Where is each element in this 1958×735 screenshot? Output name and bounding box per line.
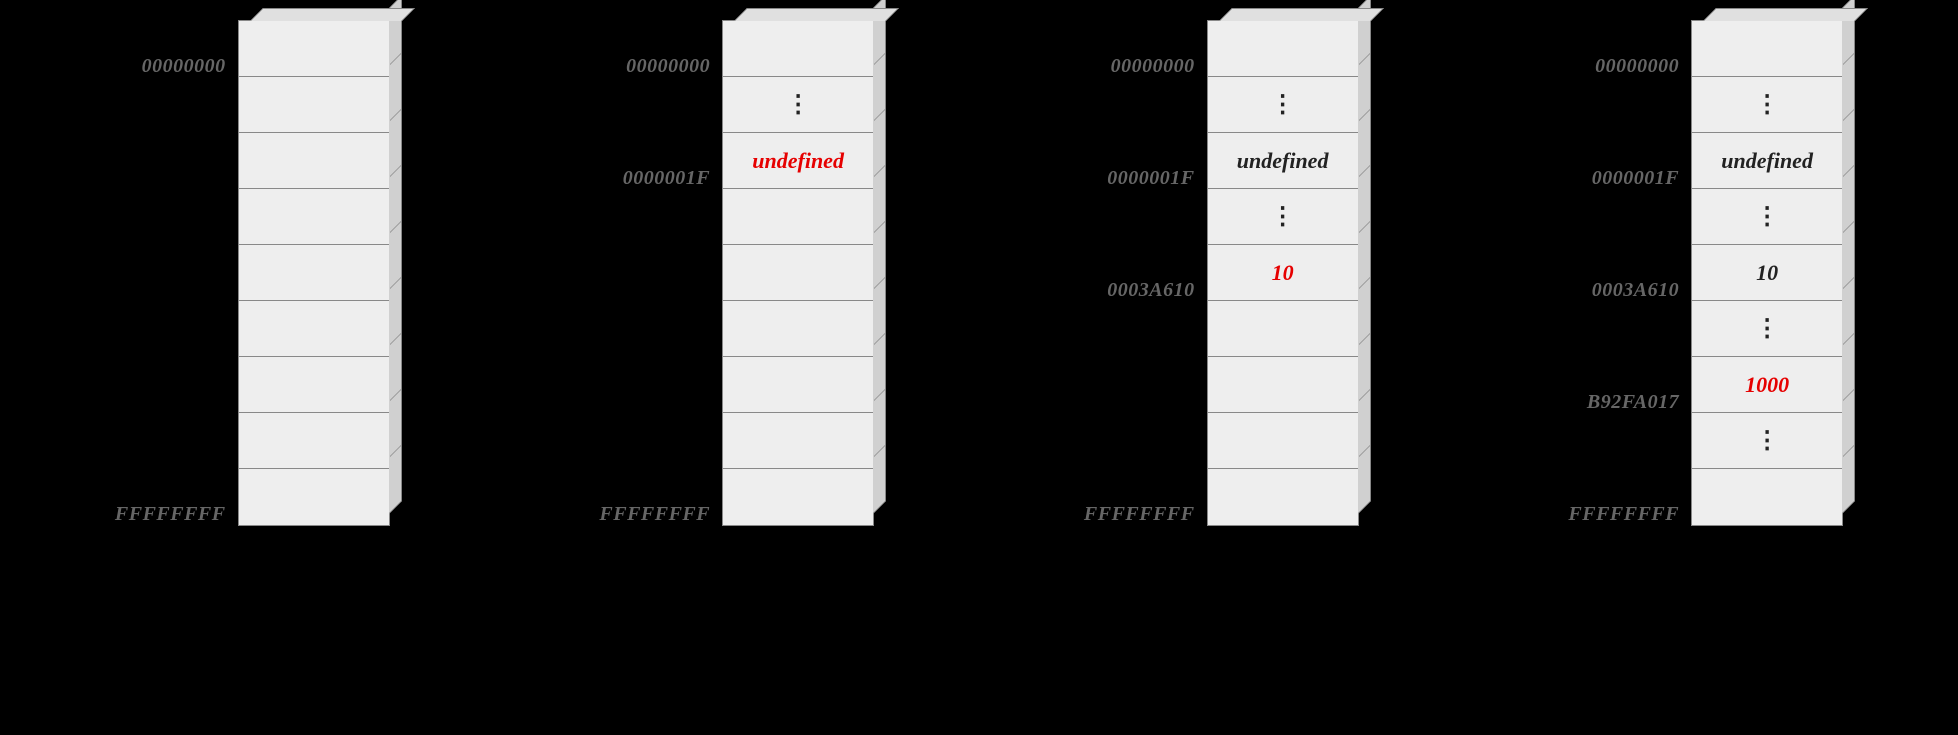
memory-stack: ⋮undefined⋮10 — [1207, 20, 1359, 526]
memory-stack: ⋮undefined⋮10⋮1000⋮ — [1691, 20, 1843, 526]
memory-cell: ⋮ — [1692, 413, 1842, 469]
stack-side-face — [390, 0, 402, 514]
address-label: 0000001F — [1107, 150, 1194, 206]
memory-cell: ⋮ — [1208, 189, 1358, 245]
memory-cell: ⋮ — [1692, 77, 1842, 133]
stack-side-face — [1359, 0, 1371, 514]
memory-cells: ⋮undefined⋮10⋮1000⋮ — [1691, 20, 1843, 526]
memory-cell — [1208, 21, 1358, 77]
memory-cell — [1208, 469, 1358, 525]
memory-cell — [1692, 469, 1842, 525]
memory-cell — [239, 189, 389, 245]
address-label: 00000000 — [1111, 38, 1195, 94]
memory-cells: ⋮undefined⋮10 — [1207, 20, 1359, 526]
stack-side-face — [1843, 0, 1855, 514]
memory-cell: 10 — [1692, 245, 1842, 301]
memory-cell — [1692, 21, 1842, 77]
memory-cell: undefined — [1208, 133, 1358, 189]
address-labels: 00000000.......FFFFFFFF — [115, 20, 226, 542]
memory-stack: ⋮undefined — [722, 20, 874, 526]
address-labels: 00000000.0000001F.0003A610.B92FA017.FFFF… — [1568, 20, 1679, 542]
address-label: FFFFFFFF — [115, 486, 226, 542]
memory-cell — [239, 21, 389, 77]
memory-cell — [239, 413, 389, 469]
memory-cell — [239, 469, 389, 525]
address-label: 00000000 — [626, 38, 710, 94]
memory-cell — [1208, 301, 1358, 357]
memory-cells: ⋮undefined — [722, 20, 874, 526]
memory-cell — [723, 189, 873, 245]
memory-cell — [723, 245, 873, 301]
memory-cell — [723, 357, 873, 413]
address-label: FFFFFFFF — [1568, 486, 1679, 542]
memory-cell — [239, 357, 389, 413]
address-label: 0003A610 — [1107, 262, 1194, 318]
address-label: 00000000 — [142, 38, 226, 94]
memory-cell — [1208, 413, 1358, 469]
address-labels: 00000000.0000001F.....FFFFFFFF — [599, 20, 710, 542]
memory-cell: 1000 — [1692, 357, 1842, 413]
memory-cell — [239, 133, 389, 189]
memory-cells — [238, 20, 390, 526]
memory-block-1: 00000000.......FFFFFFFF — [115, 20, 390, 542]
memory-cell: ⋮ — [1208, 77, 1358, 133]
address-label: 0000001F — [623, 150, 710, 206]
memory-block-4: 00000000.0000001F.0003A610.B92FA017.FFFF… — [1568, 20, 1843, 542]
memory-cell — [723, 469, 873, 525]
memory-cell: ⋮ — [723, 77, 873, 133]
address-label: 0000001F — [1592, 150, 1679, 206]
stack-side-face — [874, 0, 886, 514]
address-label: 00000000 — [1595, 38, 1679, 94]
memory-cell: ⋮ — [1692, 301, 1842, 357]
memory-cell — [239, 301, 389, 357]
memory-cell — [723, 301, 873, 357]
memory-cell — [239, 77, 389, 133]
address-label: B92FA017 — [1587, 374, 1679, 430]
memory-cell — [1208, 357, 1358, 413]
memory-cell: undefined — [1692, 133, 1842, 189]
memory-cell — [239, 245, 389, 301]
address-label: FFFFFFFF — [599, 486, 710, 542]
address-label: FFFFFFFF — [1084, 486, 1195, 542]
memory-cell: undefined — [723, 133, 873, 189]
memory-block-2: 00000000.0000001F.....FFFFFFFF⋮undefined — [599, 20, 874, 542]
memory-cell — [723, 413, 873, 469]
memory-stack — [238, 20, 390, 526]
memory-cell: ⋮ — [1692, 189, 1842, 245]
address-label: 0003A610 — [1592, 262, 1679, 318]
memory-cell: 10 — [1208, 245, 1358, 301]
memory-block-3: 00000000.0000001F.0003A610...FFFFFFFF⋮un… — [1084, 20, 1359, 542]
memory-cell — [723, 21, 873, 77]
address-labels: 00000000.0000001F.0003A610...FFFFFFFF — [1084, 20, 1195, 542]
